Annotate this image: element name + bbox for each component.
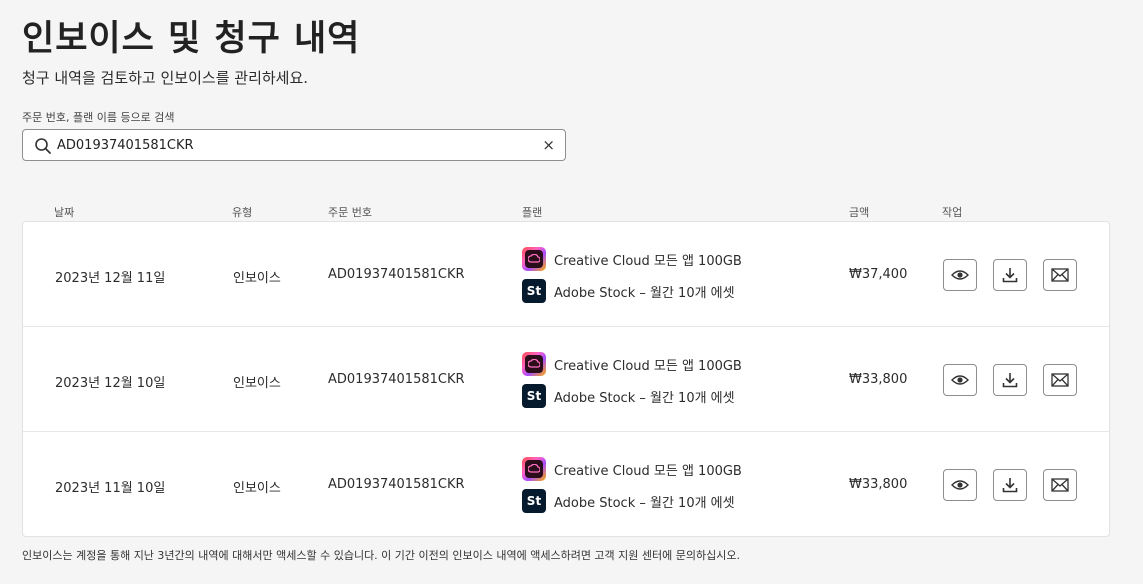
footer-note: 인보이스는 계정을 통해 지난 3년간의 내역에 대해서만 액세스할 수 있습니…	[22, 549, 740, 562]
table-row: 2023년 12월 11일 인보이스 AD01937401581CKR Crea…	[23, 222, 1109, 327]
plan-name: Creative Cloud 모든 앱 100GB	[554, 253, 742, 269]
invoice-amount: ₩33,800	[849, 477, 908, 492]
column-header-actions: 작업	[942, 206, 963, 219]
adobe-stock-icon: St	[522, 279, 546, 303]
view-invoice-button[interactable]	[943, 469, 977, 501]
plan-name: Adobe Stock – 월간 10개 에셋	[554, 495, 735, 511]
plan-name: Creative Cloud 모든 앱 100GB	[554, 463, 742, 479]
email-invoice-button[interactable]	[1043, 259, 1077, 291]
plan-adobe-stock: St Adobe Stock – 월간 10개 에셋	[522, 279, 735, 303]
invoice-table: 2023년 12월 11일 인보이스 AD01937401581CKR Crea…	[22, 221, 1110, 537]
search-label: 주문 번호, 플랜 이름 등으로 검색	[22, 111, 175, 124]
download-icon	[1002, 478, 1018, 493]
invoice-type: 인보이스	[233, 271, 281, 286]
plan-name: Creative Cloud 모든 앱 100GB	[554, 358, 742, 374]
download-icon	[1002, 373, 1018, 388]
envelope-icon	[1051, 478, 1069, 492]
eye-icon	[951, 270, 969, 280]
invoice-date: 2023년 12월 11일	[55, 271, 166, 286]
order-number: AD01937401581CKR	[328, 267, 465, 282]
page-title: 인보이스 및 청구 내역	[22, 19, 361, 59]
envelope-icon	[1051, 373, 1069, 387]
invoice-date: 2023년 11월 10일	[55, 481, 166, 496]
plan-creative-cloud: Creative Cloud 모든 앱 100GB	[522, 247, 742, 271]
envelope-icon	[1051, 268, 1069, 282]
invoice-type: 인보이스	[233, 481, 281, 496]
table-row: 2023년 12월 10일 인보이스 AD01937401581CKR Crea…	[23, 327, 1109, 432]
plan-adobe-stock: St Adobe Stock – 월간 10개 에셋	[522, 384, 735, 408]
email-invoice-button[interactable]	[1043, 469, 1077, 501]
view-invoice-button[interactable]	[943, 259, 977, 291]
search-input[interactable]	[57, 134, 527, 156]
invoice-type: 인보이스	[233, 376, 281, 391]
plan-adobe-stock: St Adobe Stock – 월간 10개 에셋	[522, 489, 735, 513]
creative-cloud-icon	[522, 352, 546, 376]
plan-creative-cloud: Creative Cloud 모든 앱 100GB	[522, 457, 742, 481]
plan-creative-cloud: Creative Cloud 모든 앱 100GB	[522, 352, 742, 376]
invoice-amount: ₩37,400	[849, 267, 908, 282]
order-number: AD01937401581CKR	[328, 372, 465, 387]
table-row: 2023년 11월 10일 인보이스 AD01937401581CKR Crea…	[23, 432, 1109, 537]
download-invoice-button[interactable]	[993, 469, 1027, 501]
page-subtitle: 청구 내역을 검토하고 인보이스를 관리하세요.	[22, 69, 309, 87]
creative-cloud-icon	[522, 457, 546, 481]
view-invoice-button[interactable]	[943, 364, 977, 396]
column-header-order: 주문 번호	[328, 206, 372, 219]
clear-search-icon[interactable]: ×	[542, 136, 555, 154]
invoice-amount: ₩33,800	[849, 372, 908, 387]
email-invoice-button[interactable]	[1043, 364, 1077, 396]
search-box[interactable]: ×	[22, 129, 566, 161]
download-invoice-button[interactable]	[993, 259, 1027, 291]
download-icon	[1002, 268, 1018, 283]
eye-icon	[951, 480, 969, 490]
adobe-stock-icon: St	[522, 489, 546, 513]
invoice-date: 2023년 12월 10일	[55, 376, 166, 391]
search-icon	[35, 138, 51, 154]
column-header-date: 날짜	[54, 206, 75, 219]
column-header-amount: 금액	[849, 206, 870, 219]
column-header-plan: 플랜	[522, 206, 543, 219]
column-header-type: 유형	[232, 206, 253, 219]
adobe-stock-icon: St	[522, 384, 546, 408]
plan-name: Adobe Stock – 월간 10개 에셋	[554, 285, 735, 301]
download-invoice-button[interactable]	[993, 364, 1027, 396]
plan-name: Adobe Stock – 월간 10개 에셋	[554, 390, 735, 406]
eye-icon	[951, 375, 969, 385]
order-number: AD01937401581CKR	[328, 477, 465, 492]
creative-cloud-icon	[522, 247, 546, 271]
